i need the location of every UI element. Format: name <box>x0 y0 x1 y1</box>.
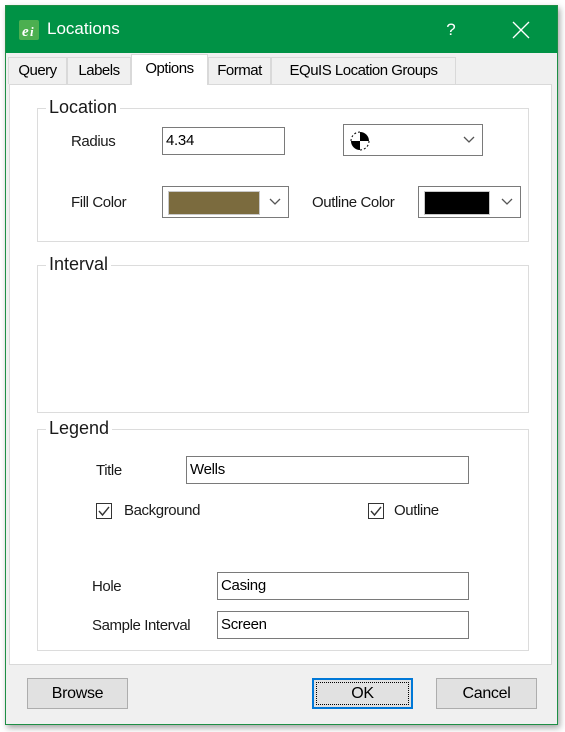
interval-group: Interval <box>37 254 529 413</box>
close-icon <box>512 21 530 39</box>
outline-label[interactable]: Outline <box>394 502 439 519</box>
sample-interval-label: Sample Interval <box>92 617 191 634</box>
checkmark-icon <box>370 506 382 517</box>
tab-labels[interactable]: Labels <box>67 57 131 84</box>
help-button[interactable]: ? <box>436 16 466 44</box>
hole-label: Hole <box>92 578 122 595</box>
fill-color-swatch <box>168 191 260 215</box>
legend-title-input[interactable]: Wells <box>186 456 469 484</box>
chevron-down-icon <box>501 198 513 205</box>
close-button[interactable] <box>503 16 539 44</box>
svg-text:e: e <box>22 24 29 40</box>
legend-group: Legend Title Wells Background Outline Ho… <box>37 418 529 651</box>
locations-dialog: e i Locations ? Query Labels Options For… <box>5 5 558 725</box>
legend-group-title: Legend <box>46 418 113 439</box>
location-group: Location Radius 4.34 Fill Color Outline … <box>37 97 529 242</box>
hole-input[interactable]: Casing <box>217 572 469 600</box>
outline-color-label: Outline Color <box>312 194 395 211</box>
tab-strip: Query Labels Options Format EQuIS Locati… <box>6 54 557 85</box>
quartered-circle-symbol-icon <box>350 131 370 151</box>
tab-options[interactable]: Options <box>131 54 208 85</box>
cancel-button[interactable]: Cancel <box>436 678 537 709</box>
tab-equis-location-groups[interactable]: EQuIS Location Groups <box>271 57 456 84</box>
chevron-down-icon <box>463 136 475 143</box>
outline-color-swatch <box>424 191 490 215</box>
outline-color-dropdown[interactable] <box>418 186 521 218</box>
interval-group-title: Interval <box>46 254 112 275</box>
outline-checkbox[interactable] <box>368 503 384 519</box>
checkmark-icon <box>98 506 110 517</box>
svg-text:i: i <box>30 24 34 39</box>
symbol-dropdown[interactable] <box>343 124 483 156</box>
background-checkbox[interactable] <box>96 503 112 519</box>
chevron-down-icon <box>269 198 281 205</box>
location-group-title: Location <box>46 97 121 118</box>
fill-color-label: Fill Color <box>71 194 127 211</box>
fill-color-dropdown[interactable] <box>162 186 289 218</box>
equis-app-icon: e i <box>19 20 39 40</box>
focus-rectangle <box>316 682 409 705</box>
title-bar: e i Locations ? <box>6 6 557 53</box>
tab-query[interactable]: Query <box>8 57 67 84</box>
ok-button[interactable]: OK <box>312 678 413 709</box>
options-panel: Location Radius 4.34 Fill Color Outline … <box>9 84 552 665</box>
radius-input[interactable]: 4.34 <box>162 127 285 155</box>
browse-button[interactable]: Browse <box>27 678 128 709</box>
radius-label: Radius <box>71 133 116 150</box>
background-label[interactable]: Background <box>124 502 200 519</box>
window-title: Locations <box>47 19 120 38</box>
sample-interval-input[interactable]: Screen <box>217 611 469 639</box>
tab-format[interactable]: Format <box>208 57 271 84</box>
legend-title-label: Title <box>96 462 122 479</box>
